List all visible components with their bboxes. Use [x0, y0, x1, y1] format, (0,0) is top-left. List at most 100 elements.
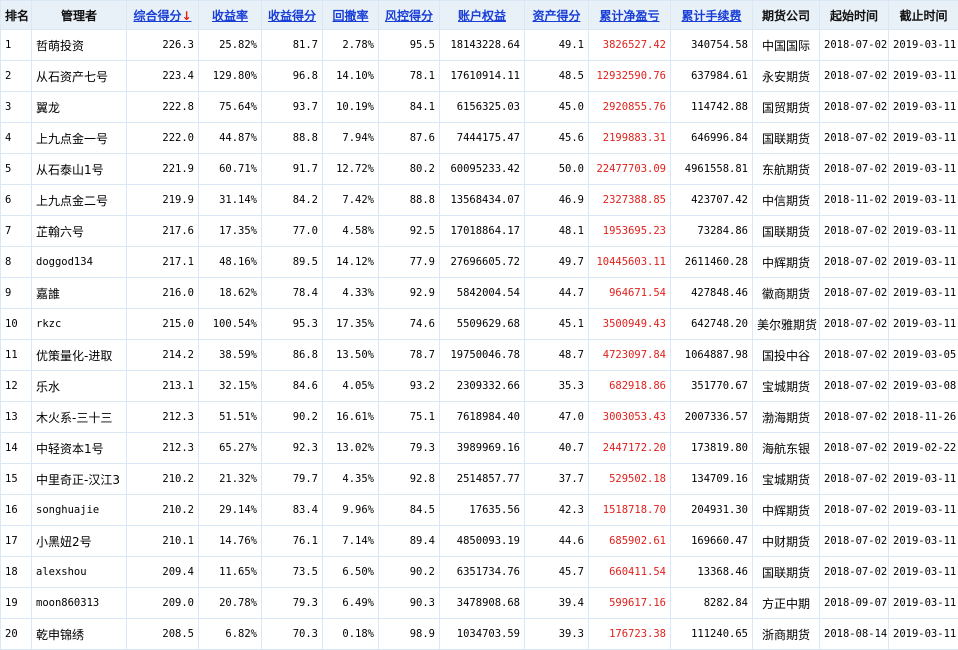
cell-risk-score: 75.1 — [379, 402, 440, 433]
cell-drawdown: 14.12% — [323, 247, 379, 278]
column-header-total-score[interactable]: 综合得分↓ — [127, 1, 199, 30]
column-header-fees[interactable]: 累计手续费 — [671, 1, 753, 30]
cell-asset-score: 42.3 — [525, 495, 589, 526]
cell-manager: 中里奇正-汉江3 — [32, 464, 127, 495]
cell-total-score: 216.0 — [127, 278, 199, 309]
cell-broker: 国贸期货 — [753, 92, 820, 123]
cell-drawdown: 13.50% — [323, 340, 379, 371]
cell-rank: 3 — [1, 92, 32, 123]
cell-end: 2019-03-11 — [889, 61, 958, 92]
cell-asset-score: 45.1 — [525, 309, 589, 340]
cell-asset-score: 48.1 — [525, 216, 589, 247]
cell-asset-score: 37.7 — [525, 464, 589, 495]
column-header-label: 累计净盈亏 — [599, 9, 659, 23]
cell-risk-score: 90.3 — [379, 588, 440, 619]
cell-broker: 中辉期货 — [753, 495, 820, 526]
cell-start: 2018-07-02 — [820, 278, 889, 309]
cell-drawdown: 13.02% — [323, 433, 379, 464]
cell-total-score: 209.0 — [127, 588, 199, 619]
column-header-equity[interactable]: 账户权益 — [440, 1, 525, 30]
column-header-end: 截止时间 — [889, 1, 958, 30]
cell-asset-score: 44.6 — [525, 526, 589, 557]
cell-drawdown: 7.42% — [323, 185, 379, 216]
column-header-asset-score[interactable]: 资产得分 — [525, 1, 589, 30]
cell-drawdown: 4.33% — [323, 278, 379, 309]
cell-end: 2019-03-11 — [889, 30, 958, 61]
column-header-broker: 期货公司 — [753, 1, 820, 30]
cell-start: 2018-07-02 — [820, 216, 889, 247]
cell-risk-score: 89.4 — [379, 526, 440, 557]
cell-asset-score: 49.7 — [525, 247, 589, 278]
cell-risk-score: 78.7 — [379, 340, 440, 371]
cell-total-score: 217.1 — [127, 247, 199, 278]
cell-rank: 16 — [1, 495, 32, 526]
cell-net-pnl: 176723.38 — [589, 619, 671, 650]
cell-manager: 嘉誰 — [32, 278, 127, 309]
cell-risk-score: 74.6 — [379, 309, 440, 340]
column-header-risk-score[interactable]: 风控得分 — [379, 1, 440, 30]
cell-equity: 17018864.17 — [440, 216, 525, 247]
table-row: 3翼龙222.875.64%93.710.19%84.16156325.0345… — [1, 92, 958, 123]
cell-equity: 4850093.19 — [440, 526, 525, 557]
cell-net-pnl: 599617.16 — [589, 588, 671, 619]
column-header-drawdown[interactable]: 回撤率 — [323, 1, 379, 30]
cell-rank: 20 — [1, 619, 32, 650]
cell-total-score: 210.2 — [127, 464, 199, 495]
cell-total-score: 219.9 — [127, 185, 199, 216]
cell-rank: 10 — [1, 309, 32, 340]
cell-return-rate: 44.87% — [199, 123, 262, 154]
column-header-return-score[interactable]: 收益得分 — [262, 1, 323, 30]
cell-return-score: 84.2 — [262, 185, 323, 216]
cell-equity: 1034703.59 — [440, 619, 525, 650]
column-header-return-rate[interactable]: 收益率 — [199, 1, 262, 30]
cell-broker: 永安期货 — [753, 61, 820, 92]
cell-drawdown: 6.49% — [323, 588, 379, 619]
cell-fees: 111240.65 — [671, 619, 753, 650]
cell-manager: doggod134 — [32, 247, 127, 278]
column-header-label: 期货公司 — [762, 9, 810, 23]
cell-asset-score: 50.0 — [525, 154, 589, 185]
cell-equity: 6351734.76 — [440, 557, 525, 588]
table-row: 20乾申锦绣208.56.82%70.30.18%98.91034703.593… — [1, 619, 958, 650]
cell-return-rate: 6.82% — [199, 619, 262, 650]
cell-manager: moon860313 — [32, 588, 127, 619]
cell-end: 2019-03-11 — [889, 619, 958, 650]
cell-manager: 小黑妞2号 — [32, 526, 127, 557]
cell-net-pnl: 685902.61 — [589, 526, 671, 557]
cell-net-pnl: 3500949.43 — [589, 309, 671, 340]
cell-return-score: 91.7 — [262, 154, 323, 185]
cell-end: 2019-03-11 — [889, 278, 958, 309]
cell-return-score: 86.8 — [262, 340, 323, 371]
table-row: 2从石资产七号223.4129.80%96.814.10%78.11761091… — [1, 61, 958, 92]
cell-equity: 2514857.77 — [440, 464, 525, 495]
cell-net-pnl: 2327388.85 — [589, 185, 671, 216]
cell-risk-score: 90.2 — [379, 557, 440, 588]
table-row: 12乐水213.132.15%84.64.05%93.22309332.6635… — [1, 371, 958, 402]
cell-drawdown: 7.14% — [323, 526, 379, 557]
cell-net-pnl: 1953695.23 — [589, 216, 671, 247]
table-row: 9嘉誰216.018.62%78.44.33%92.95842004.5444.… — [1, 278, 958, 309]
cell-asset-score: 39.4 — [525, 588, 589, 619]
cell-broker: 宝城期货 — [753, 371, 820, 402]
cell-total-score: 213.1 — [127, 371, 199, 402]
cell-risk-score: 95.5 — [379, 30, 440, 61]
sort-desc-arrow-icon[interactable]: ↓ — [181, 9, 191, 23]
cell-start: 2018-09-07 — [820, 588, 889, 619]
cell-broker: 中辉期货 — [753, 247, 820, 278]
cell-total-score: 226.3 — [127, 30, 199, 61]
cell-broker: 国联期货 — [753, 216, 820, 247]
cell-fees: 204931.30 — [671, 495, 753, 526]
column-header-label: 账户权益 — [458, 9, 506, 23]
cell-risk-score: 84.5 — [379, 495, 440, 526]
column-header-net-pnl[interactable]: 累计净盈亏 — [589, 1, 671, 30]
cell-fees: 427848.46 — [671, 278, 753, 309]
cell-manager: 上九点金一号 — [32, 123, 127, 154]
table-row: 1哲萌投资226.325.82%81.72.78%95.518143228.64… — [1, 30, 958, 61]
cell-end: 2018-11-26 — [889, 402, 958, 433]
cell-total-score: 209.4 — [127, 557, 199, 588]
cell-return-score: 93.7 — [262, 92, 323, 123]
cell-return-rate: 17.35% — [199, 216, 262, 247]
cell-fees: 173819.80 — [671, 433, 753, 464]
column-header-label: 管理者 — [61, 9, 97, 23]
cell-asset-score: 44.7 — [525, 278, 589, 309]
